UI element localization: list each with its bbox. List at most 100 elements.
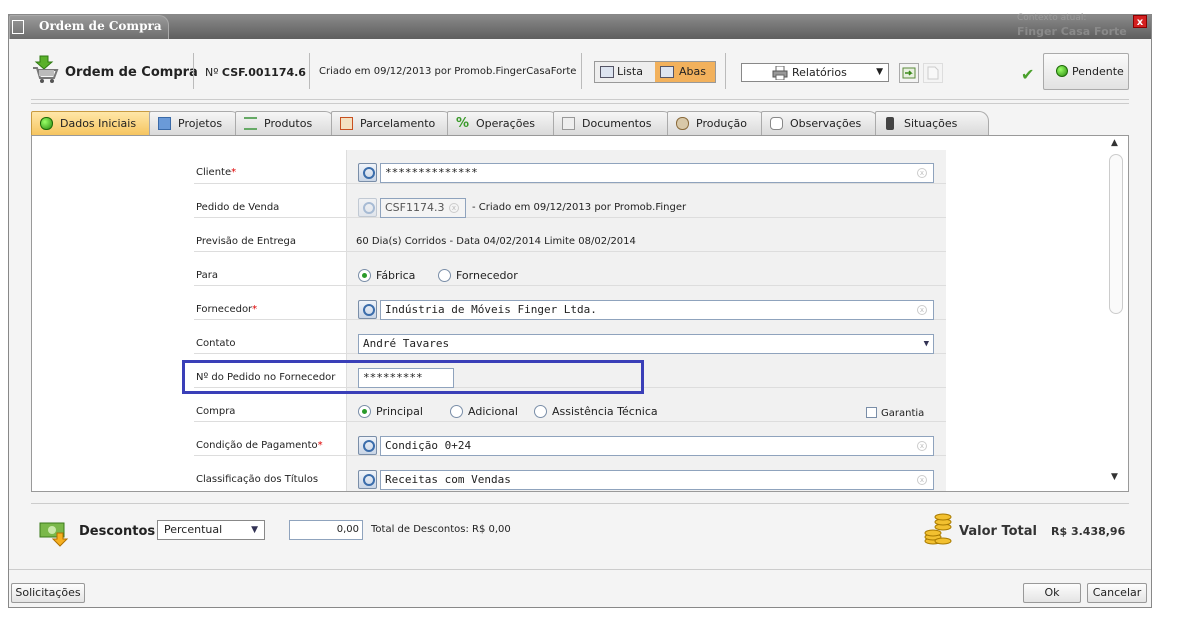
radio-fornecedor[interactable] — [438, 269, 451, 282]
garantia-label: Garantia — [881, 408, 925, 419]
close-button[interactable]: x — [1133, 15, 1147, 28]
fornecedor-input[interactable]: Indústria de Móveis Finger Ltda. x — [380, 300, 934, 320]
clear-icon[interactable]: x — [917, 168, 927, 178]
tab-observacoes[interactable]: Observações — [761, 111, 879, 135]
reports-label: Relatórios — [792, 66, 847, 79]
condicao-label: Condição de Pagamento* — [196, 440, 323, 451]
page-icon — [158, 117, 171, 130]
gear-icon — [676, 117, 689, 130]
valor-total-value: R$ 3.438,96 — [1051, 525, 1126, 538]
tab-operacoes[interactable]: % Operações — [447, 111, 559, 135]
condicao-value: Condição 0+24 — [385, 439, 472, 452]
tab-label: Parcelamento — [360, 117, 436, 130]
tab-label: Projetos — [178, 117, 223, 130]
search-button[interactable] — [358, 436, 377, 455]
traffic-light-icon — [886, 117, 894, 130]
tab-produtos[interactable]: Produtos — [235, 111, 335, 135]
status-button[interactable]: Pendente — [1043, 53, 1129, 90]
tab-documentos[interactable]: Documentos — [553, 111, 673, 135]
contato-value: André Tavares — [363, 337, 450, 350]
cancel-button[interactable]: Cancelar — [1087, 583, 1147, 603]
solicitacoes-button[interactable]: Solicitações — [11, 583, 85, 603]
discount-value-input[interactable]: 0,00 — [289, 520, 363, 540]
discount-type-value: Percentual — [164, 523, 223, 536]
tab-label: Observações — [790, 117, 862, 130]
garantia-checkbox[interactable] — [866, 407, 877, 418]
tab-label: Dados Iniciais — [60, 117, 137, 130]
form-panel: Cliente* ************** x Pedido de Vend… — [31, 135, 1129, 492]
valor-total-label: Valor Total — [959, 524, 1037, 539]
divider — [193, 53, 194, 89]
tab-projetos[interactable]: Projetos — [149, 111, 241, 135]
reports-dropdown[interactable]: Relatórios ▼ — [741, 63, 889, 82]
discount-icon — [39, 522, 69, 547]
play-icon — [40, 117, 53, 130]
chevron-down-icon: ▼ — [923, 339, 929, 349]
tab-label: Produção — [696, 117, 747, 130]
divider — [309, 53, 310, 89]
search-button[interactable] — [358, 300, 377, 319]
view-list-button[interactable]: Lista — [595, 62, 655, 82]
total-descontos: Total de Descontos: R$ 0,00 — [371, 524, 511, 535]
contato-select[interactable]: André Tavares ▼ — [358, 334, 934, 354]
radio-adicional[interactable] — [450, 405, 463, 418]
clear-icon[interactable]: x — [917, 475, 927, 485]
classif-input[interactable]: Receitas com Vendas x — [380, 470, 934, 490]
created-info: Criado em 09/12/2013 por Promob.FingerCa… — [319, 66, 577, 77]
required-mark: * — [317, 440, 323, 451]
search-button[interactable] — [358, 470, 377, 489]
radio-fornecedor-label: Fornecedor — [456, 269, 518, 282]
required-mark: * — [252, 304, 258, 315]
document-button[interactable] — [923, 63, 943, 83]
tab-dados-iniciais[interactable]: Dados Iniciais — [31, 111, 161, 135]
tab-producao[interactable]: Produção — [667, 111, 767, 135]
compra-label: Compra — [196, 406, 236, 417]
check-icon: ✔ — [1021, 65, 1035, 84]
radio-principal-label: Principal — [376, 405, 423, 418]
tab-parcelamento[interactable]: Parcelamento — [331, 111, 453, 135]
row-para — [194, 252, 946, 286]
clear-icon[interactable]: x — [917, 441, 927, 451]
title-bar: Ordem de Compra Contexto atual: Finger C… — [9, 13, 1151, 39]
vertical-scrollbar[interactable]: ▲ ▼ — [1106, 136, 1128, 491]
discount-type-select[interactable]: Percentual ▼ — [157, 520, 265, 540]
documents-icon — [562, 117, 575, 130]
tab-label: Produtos — [264, 117, 313, 130]
radio-principal[interactable] — [358, 405, 371, 418]
tab-label: Documentos — [582, 117, 652, 130]
export-button[interactable] — [899, 63, 919, 83]
tab-label: Situações — [904, 117, 958, 130]
search-button[interactable] — [358, 198, 377, 217]
radio-fabrica[interactable] — [358, 269, 371, 282]
order-number-value: CSF.001174.6 — [221, 66, 306, 79]
context-value: Finger Casa Forte — [1017, 25, 1127, 38]
window-icon — [12, 20, 24, 34]
view-tabs-label: Abas — [679, 65, 706, 78]
tab-situacoes[interactable]: Situações — [875, 111, 989, 135]
cliente-input[interactable]: ************** x — [380, 163, 934, 183]
export-icon — [902, 67, 916, 79]
pedido-info: - Criado em 09/12/2013 por Promob.Finger — [472, 202, 687, 213]
view-list-label: Lista — [617, 65, 643, 78]
search-button[interactable] — [358, 163, 377, 182]
chevron-down-icon[interactable]: ▼ — [1111, 472, 1118, 482]
view-tabs-button[interactable]: Abas — [655, 62, 715, 82]
radio-assistencia[interactable] — [534, 405, 547, 418]
percent-icon: % — [456, 116, 470, 131]
condicao-input[interactable]: Condição 0+24 x — [380, 436, 934, 456]
coins-icon — [924, 513, 952, 545]
purchase-order-window: Ordem de Compra Contexto atual: Finger C… — [8, 13, 1152, 608]
order-header: Ordem de Compra Nº CSF.001174.6 Criado e… — [9, 39, 1151, 103]
classif-value: Receitas com Vendas — [385, 473, 511, 486]
clear-icon[interactable]: x — [449, 203, 459, 213]
ok-button[interactable]: Ok — [1023, 583, 1081, 603]
pedido-code-input[interactable]: CSF1174.3 x — [380, 198, 466, 218]
divider — [31, 103, 1129, 104]
previsao-value: 60 Dia(s) Corridos - Data 04/02/2014 Lim… — [356, 236, 636, 247]
calendar-icon — [340, 117, 353, 130]
view-toggle: Lista Abas — [594, 61, 716, 83]
clear-icon[interactable]: x — [917, 305, 927, 315]
fornecedor-label: Fornecedor* — [196, 304, 257, 315]
scroll-thumb[interactable] — [1109, 154, 1123, 314]
chevron-up-icon[interactable]: ▲ — [1111, 138, 1118, 148]
